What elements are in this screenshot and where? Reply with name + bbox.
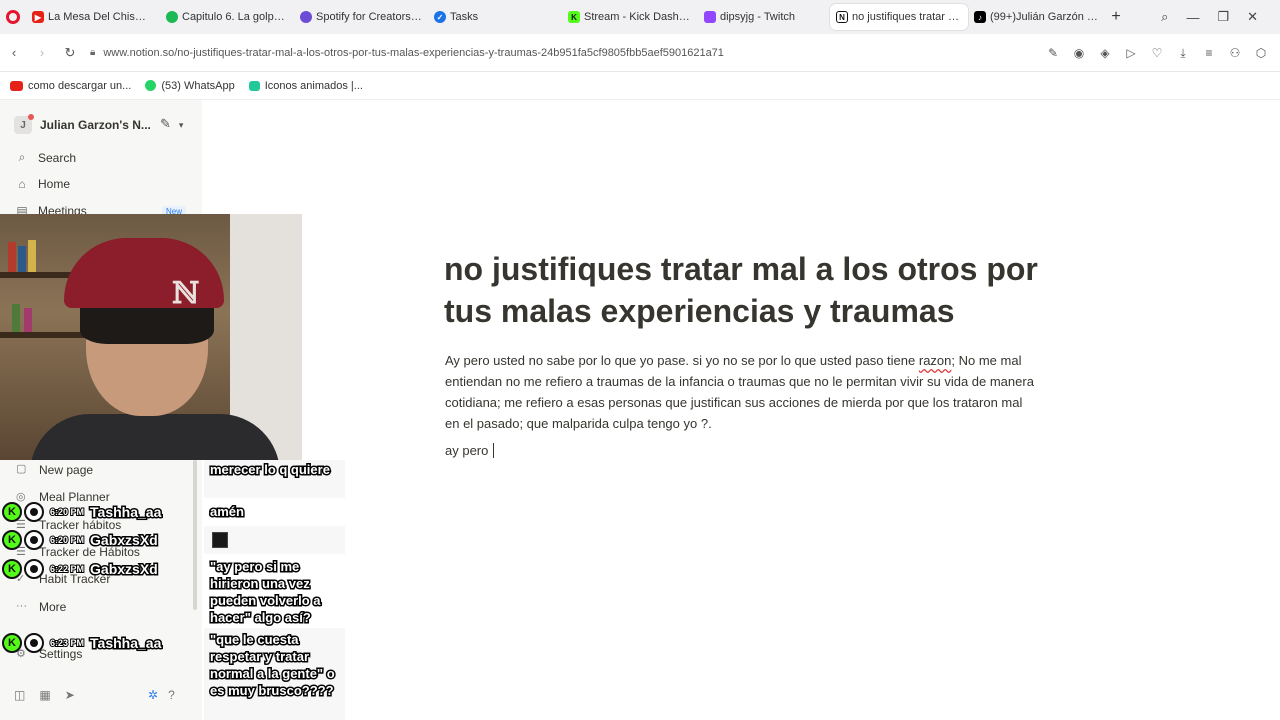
notion-icon: N [836,11,848,23]
bookmarks-bar: como descargar un... (53) WhatsApp Icono… [0,72,1280,100]
workspace-switcher[interactable]: J Julian Garzon's N... [14,114,151,134]
spotify-icon [166,11,178,23]
chat-row: K 6:20 PM Tashha_aa [2,502,163,522]
browser-tab-bar: ▶ La Mesa Del Chisme - Yo Capitulo 6. La… [0,0,1280,34]
workspace-avatar: J [14,114,34,134]
new-page-icon[interactable]: ✎ [160,116,171,134]
tab-kick-dashboard[interactable]: K Stream - Kick Dashboard [562,4,698,30]
tab-twitch[interactable]: dipsyjg - Twitch [698,4,830,30]
chevron-down-icon[interactable]: ▾ [179,116,184,134]
sidebar-item-search[interactable]: ⌕ Search [14,150,76,165]
opera-logo-icon[interactable] [0,0,26,34]
page-paragraph-editing[interactable]: ay pero [445,443,494,458]
camera-icon[interactable]: ◉ [1072,46,1086,60]
tab-la-mesa[interactable]: ▶ La Mesa Del Chisme - Yo [26,4,160,30]
extensions-icon[interactable]: ⬡ [1254,46,1268,60]
kick-badge-icon: K [2,633,22,653]
profile-icon[interactable]: ⚇ [1228,46,1242,60]
chat-message: "que le cuesta respetar y tratar normal … [209,631,337,700]
avatar [24,502,44,522]
avatar [24,633,44,653]
cap [64,238,224,308]
chat-message: amén [209,503,246,521]
url-field[interactable]: www.notion.so/no-justifiques-tratar-mal-… [103,47,724,59]
lock-icon: 🔒︎ [90,47,96,58]
address-bar-actions: ✎ ◉ ◈ ▷ ♡ ⤓ ≡ ⚇ ⬡ [1046,34,1268,72]
kick-badge-icon: K [2,530,22,550]
webcam-overlay: ℕ [0,214,302,460]
whatsapp-icon [145,80,157,91]
restore-icon[interactable]: ❐ [1217,9,1229,25]
heart-icon[interactable]: ♡ [1150,46,1164,60]
close-window-icon[interactable]: ✕ [1247,9,1258,25]
chat-row: K 6:22 PM GabxzsXd [2,559,159,579]
tab-spotify-creators[interactable]: Spotify for Creators: la fo [294,4,428,30]
emote-icon [212,532,228,548]
misspelled-word: razon [918,353,952,368]
iconos-icon [248,80,260,91]
avatar [24,530,44,550]
tab-notion-active[interactable]: N no justifiques tratar mal a [830,4,968,30]
play-icon[interactable]: ▷ [1124,46,1138,60]
chat-row: K 6:23 PM Tashha_aa [2,633,163,653]
avatar [24,559,44,579]
minimize-icon[interactable]: — [1186,10,1199,25]
bookmark-iconos[interactable]: Iconos animados |... [248,80,363,92]
youtube-icon: ▶ [32,11,44,23]
workspace-actions: ✎ ▾ [160,116,183,134]
chat-row: K 6:20 PM GabxzsXd [2,530,159,550]
reload-icon[interactable]: ↻ [56,39,84,67]
chat-message: merecer lo q quiere [209,461,332,479]
menu-icon[interactable]: ≡ [1202,46,1216,60]
tab-capitulo[interactable]: Capitulo 6. La golpeó ha [160,4,294,30]
sidebar-item-home[interactable]: ⌂ Home [14,177,70,191]
forward-icon[interactable]: › [28,39,56,67]
window-controls: ⌕ — ❐ ✕ [1161,0,1280,34]
new-tab-button[interactable]: + [1104,5,1128,29]
chat-overlay: merecer lo q quiere K 6:20 PM Tashha_aa … [0,460,345,720]
tasks-icon: ✓ [434,11,446,23]
tab-tasks[interactable]: ✓ Tasks [428,4,562,30]
ny-logo-icon: ℕ [172,276,200,311]
paragraph-text-1: Ay pero usted no sabe por lo que yo pase… [445,353,919,368]
back-icon[interactable]: ‹ [0,39,28,67]
edit-icon[interactable]: ✎ [1046,46,1060,60]
chat-message: "ay pero si me hirieron una vez pueden v… [209,558,323,627]
page-title[interactable]: no justifiques tratar mal a los otros po… [444,248,1054,332]
tab-tiktok[interactable]: ♪ (99+)Julián Garzón (@dip [968,4,1104,30]
shield-icon[interactable]: ◈ [1098,46,1112,60]
text-caret [493,443,494,458]
twitch-icon [704,11,716,23]
home-icon: ⌂ [18,177,26,191]
youtube-icon [10,80,23,91]
kick-icon: K [568,11,580,23]
download-icon[interactable]: ⤓ [1176,46,1190,61]
search-tabs-icon[interactable]: ⌕ [1161,9,1168,25]
workspace-name: Julian Garzon's N... [40,118,151,132]
address-bar: ‹ › ↻ 🔒︎ www.notion.so/no-justifiques-tr… [0,34,1280,72]
bookmark-descargar[interactable]: como descargar un... [10,80,131,92]
kick-badge-icon: K [2,559,22,579]
search-icon: ⌕ [18,150,26,164]
tiktok-icon: ♪ [974,11,986,23]
kick-badge-icon: K [2,502,22,522]
page-paragraph[interactable]: Ay pero usted no sabe por lo que yo pase… [445,350,1035,434]
spotify-creators-icon [300,11,312,23]
bookmark-whatsapp[interactable]: (53) WhatsApp [145,80,235,92]
